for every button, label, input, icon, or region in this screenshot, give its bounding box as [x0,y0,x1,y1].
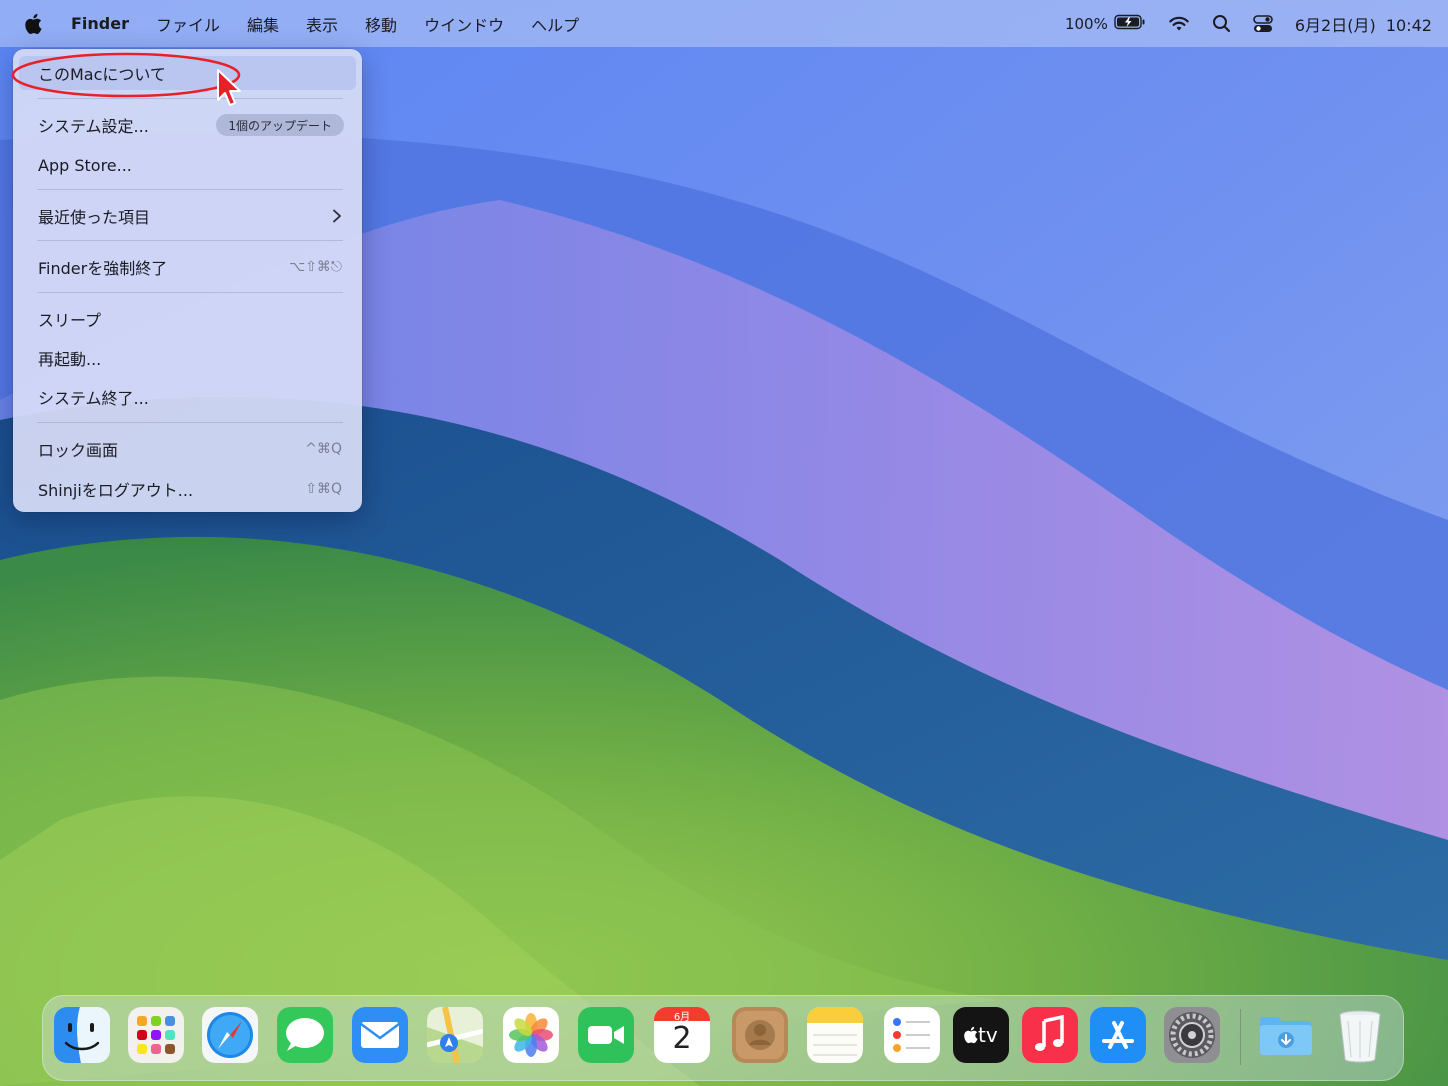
menu-item-label: システム終了... [38,389,149,408]
dock-messages-icon[interactable] [277,1007,333,1063]
battery-icon[interactable] [1114,14,1146,34]
spotlight-search-icon[interactable] [1212,14,1231,33]
menu-item-label: App Store... [38,155,132,175]
dock-music-icon[interactable] [1022,1007,1078,1063]
dock-photos-icon[interactable] [503,1007,559,1063]
dock-trash-icon[interactable] [1332,1007,1388,1063]
menu-separator [37,292,343,293]
menu-item-label: Finderを強制終了 [38,259,168,278]
dock: 6月 2 tv [42,995,1404,1081]
lock-screen-shortcut: ^⌘Q [305,441,342,457]
dock-notes-icon[interactable] [807,1007,863,1063]
menu-item-system-settings[interactable]: システム設定... 1個のアップデート [19,108,356,142]
force-quit-shortcut: ⌥⇧⌘⎋ [289,259,342,275]
wifi-icon[interactable] [1168,15,1190,32]
menu-item-label: Shinjiをログアウト... [38,481,194,500]
dock-calendar-icon[interactable]: 6月 2 [654,1007,710,1063]
tv-label: tv [978,1023,998,1047]
dock-tv-icon[interactable]: tv [953,1007,1009,1063]
dock-maps-icon[interactable] [427,1007,483,1063]
menu-item-recent-items[interactable]: 最近使った項目 [19,199,356,233]
apple-logo-icon [964,1026,978,1044]
chevron-right-icon [332,209,342,223]
dock-facetime-icon[interactable] [578,1007,634,1063]
control-center-icon[interactable] [1253,14,1273,33]
dock-system-settings-icon[interactable] [1164,1007,1220,1063]
dock-safari-icon[interactable] [202,1007,258,1063]
dock-downloads-folder-icon[interactable] [1258,1007,1314,1063]
dock-divider [1240,1009,1241,1065]
dock-app-store-icon[interactable] [1090,1007,1146,1063]
menu-item-sleep[interactable]: スリープ [19,302,356,336]
menu-bar: Finder ファイル 編集 表示 移動 ウインドウ ヘルプ 100% 6月2日… [0,0,1448,47]
menu-view[interactable]: 表示 [306,12,338,36]
menu-item-label: 最近使った項目 [38,208,151,227]
menu-separator [37,422,343,423]
menu-item-restart[interactable]: 再起動... [19,341,356,375]
logout-shortcut: ⇧⌘Q [305,481,342,497]
apple-logo-icon[interactable] [23,12,45,36]
menu-item-label: 再起動... [38,350,102,369]
menu-item-label: システム設定... [38,117,149,136]
menu-item-force-quit[interactable]: Finderを強制終了 ⌥⇧⌘⎋ [19,250,356,284]
menubar-app-name[interactable]: Finder [71,14,129,33]
menu-item-label: ロック画面 [38,441,119,460]
menu-file[interactable]: ファイル [156,12,220,36]
dock-finder-icon[interactable] [54,1007,110,1063]
menu-window[interactable]: ウインドウ [424,12,504,36]
mouse-pointer-icon [217,69,241,106]
menu-go[interactable]: 移動 [365,12,397,36]
dock-contacts-icon[interactable] [732,1007,788,1063]
apple-menu-dropdown: このMacについて システム設定... 1個のアップデート App Store.… [13,49,362,512]
menu-separator [37,240,343,241]
dock-launchpad-icon[interactable] [128,1007,184,1063]
menu-item-app-store[interactable]: App Store... [19,148,356,182]
menubar-clock[interactable]: 6月2日(月) 10:42 [1295,12,1432,36]
menu-item-shutdown[interactable]: システム終了... [19,380,356,414]
battery-percent: 100% [1064,14,1108,33]
dock-mail-icon[interactable] [352,1007,408,1063]
menu-help[interactable]: ヘルプ [531,12,579,36]
menu-edit[interactable]: 編集 [247,12,279,36]
update-badge: 1個のアップデート [216,114,344,136]
menu-item-label: スリープ [38,311,102,330]
calendar-day: 2 [672,1021,692,1056]
menu-separator [37,189,343,190]
menu-item-logout[interactable]: Shinjiをログアウト... ⇧⌘Q [19,472,356,506]
menu-item-lock-screen[interactable]: ロック画面 ^⌘Q [19,432,356,466]
dock-reminders-icon[interactable] [884,1007,940,1063]
